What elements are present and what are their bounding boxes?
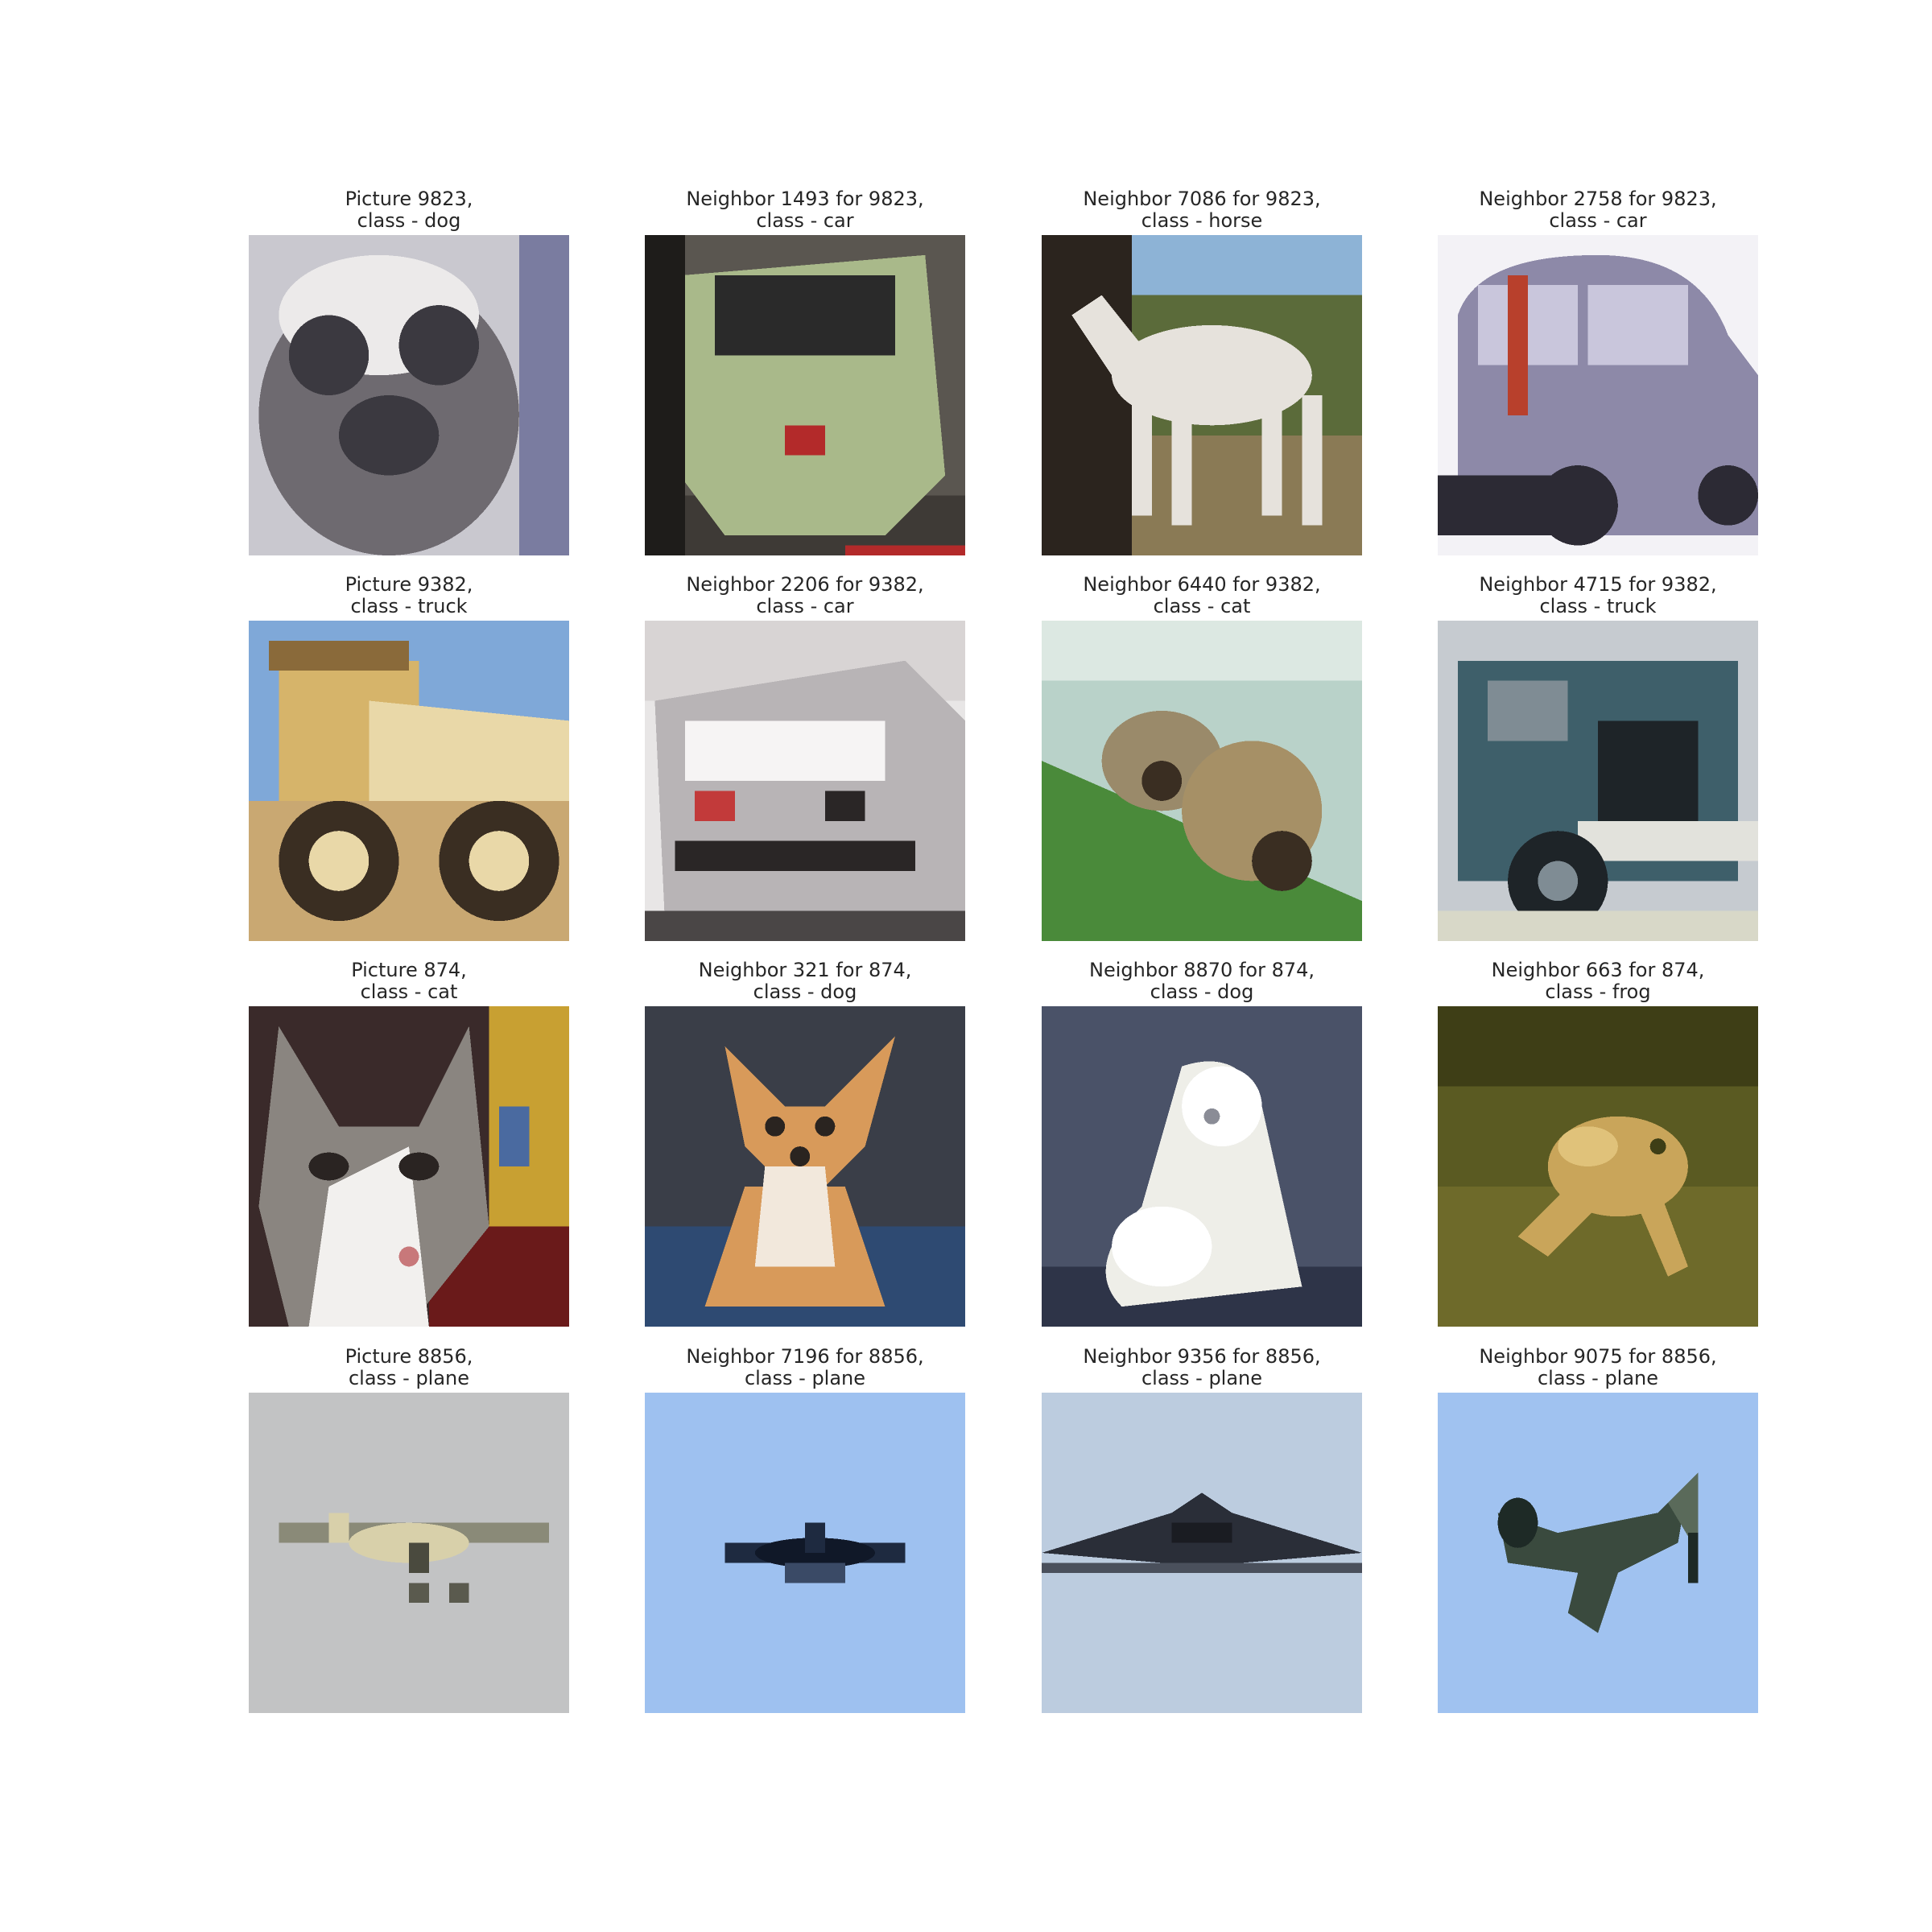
title-line-class: class - cat — [360, 980, 458, 1003]
thumbnail-picture-old-truck — [1438, 621, 1758, 941]
thumbnail-picture-frog — [1438, 1006, 1758, 1327]
neighbor-title: Neighbor 4715 for 9382, class - truck — [1389, 574, 1806, 617]
title-line-id: Neighbor 7196 for 8856, — [686, 1345, 924, 1368]
thumbnail-picture-chihuahua — [645, 1006, 965, 1327]
thumbnail-picture-cats-grass — [1042, 621, 1362, 941]
thumbnail-picture-car-front — [645, 621, 965, 941]
thumbnail-picture-plane-wing — [1042, 1393, 1362, 1713]
neighbor-title: Neighbor 9356 for 8856, class - plane — [993, 1346, 1410, 1389]
title-line-class: class - dog — [753, 980, 857, 1003]
thumbnail-image — [1438, 1006, 1758, 1327]
title-line-id: Picture 9382, — [345, 573, 473, 596]
title-line-id: Neighbor 6440 for 9382, — [1083, 573, 1321, 596]
title-line-class: class - plane — [744, 1367, 866, 1389]
neighbor-title: Neighbor 663 for 874, class - frog — [1389, 960, 1806, 1003]
title-line-id: Picture 8856, — [345, 1345, 473, 1368]
thumbnail-picture-horse — [1042, 235, 1362, 555]
neighbor-title: Neighbor 2206 for 9382, class - car — [597, 574, 1013, 617]
title-line-id: Neighbor 321 for 874, — [698, 959, 912, 981]
thumbnail-image — [249, 1006, 569, 1327]
title-line-id: Neighbor 663 for 874, — [1491, 959, 1705, 981]
title-line-class: class - dog — [1150, 980, 1254, 1003]
title-line-class: class - plane — [348, 1367, 470, 1389]
thumbnail-image — [1042, 1393, 1362, 1713]
thumbnail-image — [249, 1393, 569, 1713]
title-line-id: Neighbor 2206 for 9382, — [686, 573, 924, 596]
query-picture-title: Picture 9823, class - dog — [200, 188, 617, 232]
title-line-class: class - car — [756, 595, 854, 617]
thumbnail-image — [645, 1393, 965, 1713]
title-line-id: Neighbor 9356 for 8856, — [1083, 1345, 1321, 1368]
thumbnail-image — [249, 621, 569, 941]
title-line-id: Neighbor 7086 for 9823, — [1083, 188, 1321, 210]
thumbnail-picture-car-side — [1438, 235, 1758, 555]
neighbor-title: Neighbor 6440 for 9382, class - cat — [993, 574, 1410, 617]
thumbnail-picture-car-rear — [645, 235, 965, 555]
thumbnail-image — [645, 235, 965, 555]
neighbor-title: Neighbor 8870 for 874, class - dog — [993, 960, 1410, 1003]
title-line-id: Neighbor 2758 for 9823, — [1479, 188, 1717, 210]
title-line-class: class - dog — [357, 209, 461, 232]
thumbnail-picture-plane-small — [249, 1393, 569, 1713]
title-line-class: class - frog — [1545, 980, 1651, 1003]
thumbnail-picture-dump-truck — [249, 621, 569, 941]
neighbor-title: Neighbor 7196 for 8856, class - plane — [597, 1346, 1013, 1389]
title-line-class: class - car — [756, 209, 854, 232]
title-line-class: class - horse — [1141, 209, 1263, 232]
title-line-class: class - cat — [1153, 595, 1251, 617]
thumbnail-picture-dog-face — [249, 235, 569, 555]
thumbnail-image — [1438, 621, 1758, 941]
thumbnail-image — [645, 1006, 965, 1327]
neighbor-title: Neighbor 2758 for 9823, class - car — [1389, 188, 1806, 232]
thumbnail-image — [1042, 621, 1362, 941]
thumbnail-image — [1438, 235, 1758, 555]
thumbnail-image — [645, 621, 965, 941]
title-line-id: Picture 874, — [351, 959, 467, 981]
title-line-class: class - truck — [350, 595, 468, 617]
neighbor-title: Neighbor 1493 for 9823, class - car — [597, 188, 1013, 232]
query-picture-title: Picture 874, class - cat — [200, 960, 617, 1003]
neighbor-title: Neighbor 321 for 874, class - dog — [597, 960, 1013, 1003]
query-picture-title: Picture 8856, class - plane — [200, 1346, 617, 1389]
thumbnail-picture-plane-dark — [645, 1393, 965, 1713]
thumbnail-picture-white-dog — [1042, 1006, 1362, 1327]
thumbnail-image — [1438, 1393, 1758, 1713]
query-picture-title: Picture 9382, class - truck — [200, 574, 617, 617]
title-line-class: class - car — [1549, 209, 1647, 232]
title-line-id: Neighbor 9075 for 8856, — [1479, 1345, 1717, 1368]
title-line-class: class - truck — [1539, 595, 1657, 617]
thumbnail-picture-plane-fighter — [1438, 1393, 1758, 1713]
neighbor-title: Neighbor 7086 for 9823, class - horse — [993, 188, 1410, 232]
title-line-id: Neighbor 1493 for 9823, — [686, 188, 924, 210]
title-line-id: Neighbor 4715 for 9382, — [1479, 573, 1717, 596]
title-line-id: Picture 9823, — [345, 188, 473, 210]
title-line-class: class - plane — [1537, 1367, 1659, 1389]
thumbnail-image — [1042, 1006, 1362, 1327]
neighbor-grid-figure: Picture 9823, class - dog Neighbor 1493 fo… — [0, 0, 1932, 1932]
title-line-id: Neighbor 8870 for 874, — [1088, 959, 1315, 981]
thumbnail-picture-cat-face — [249, 1006, 569, 1327]
thumbnail-image — [249, 235, 569, 555]
thumbnail-image — [1042, 235, 1362, 555]
title-line-class: class - plane — [1141, 1367, 1263, 1389]
neighbor-title: Neighbor 9075 for 8856, class - plane — [1389, 1346, 1806, 1389]
